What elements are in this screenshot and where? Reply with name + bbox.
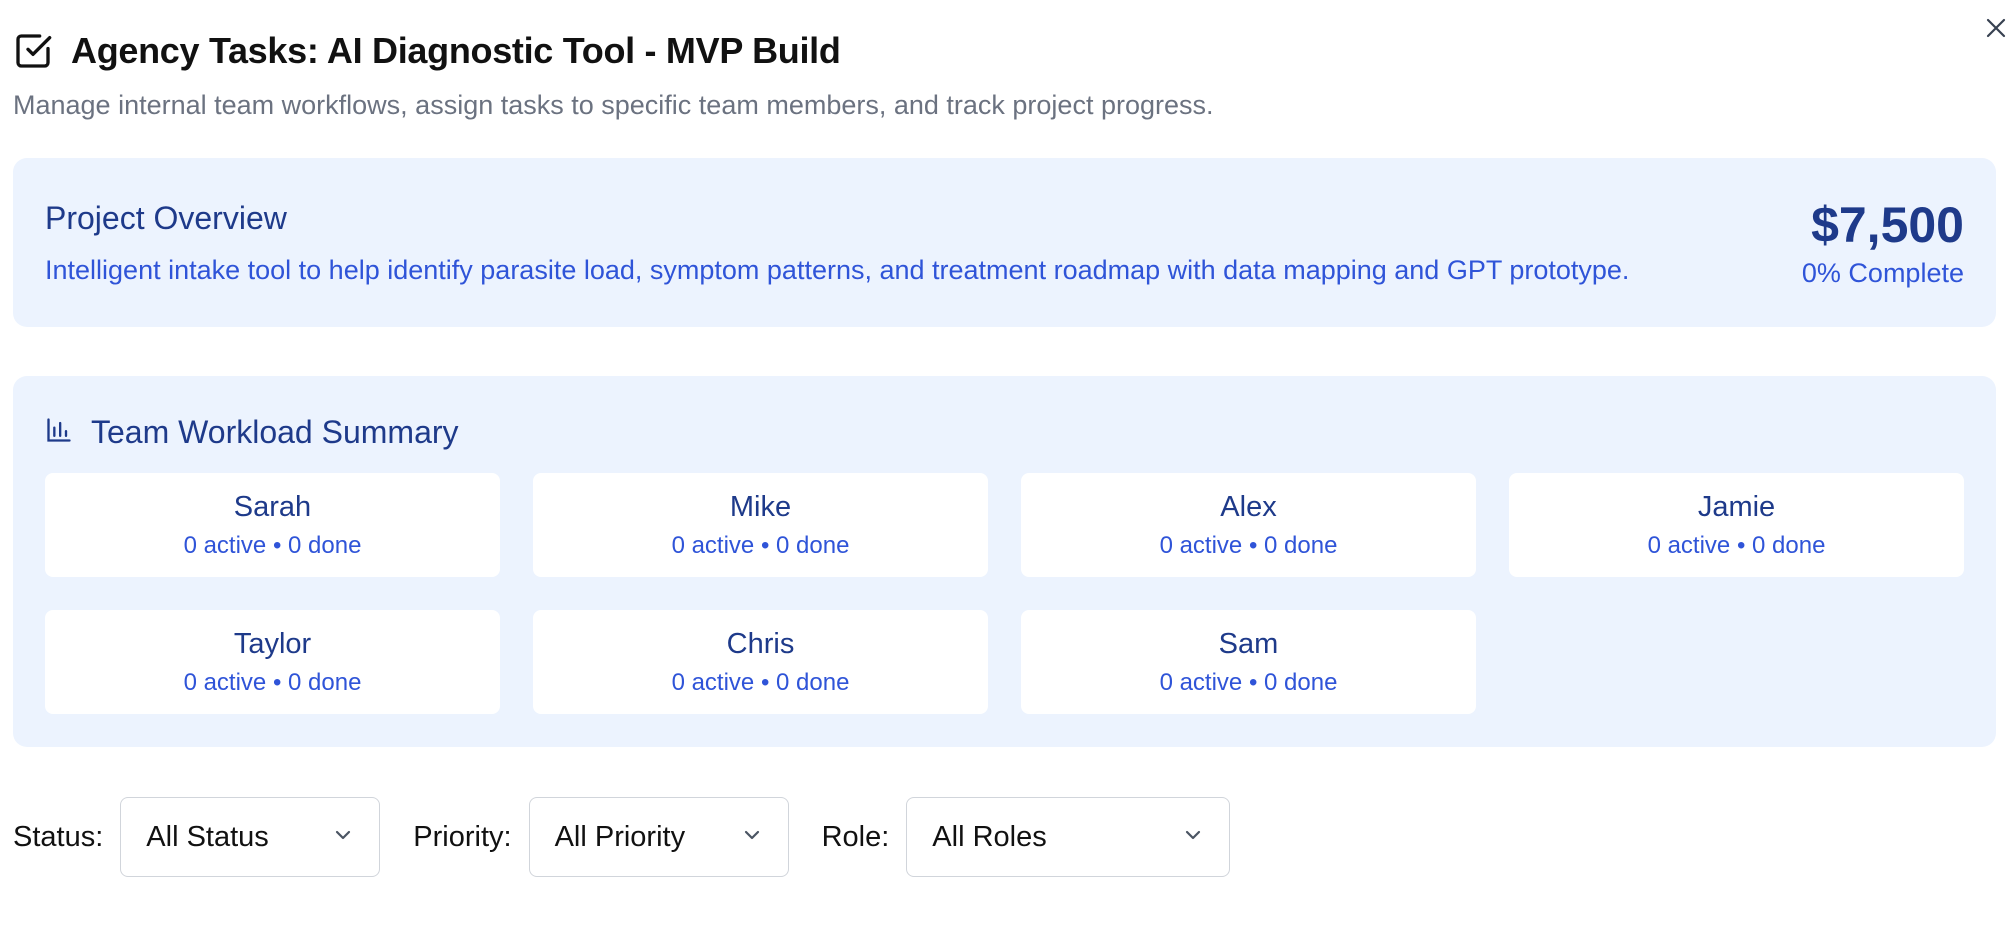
priority-filter-label: Priority: [413, 820, 512, 853]
bar-chart-icon [45, 416, 73, 449]
checkbox-square-icon [13, 31, 53, 71]
chevron-down-icon [331, 823, 355, 852]
member-stats: 0 active • 0 done [671, 531, 850, 559]
status-filter-label: Status: [13, 820, 104, 853]
member-name: Taylor [233, 627, 312, 660]
member-name: Sam [1218, 627, 1279, 660]
status-filter-select[interactable]: All Status [120, 797, 381, 877]
team-workload-summary: Team Workload Summary Sarah 0 active • 0… [13, 376, 1996, 747]
workload-header: Team Workload Summary [45, 414, 459, 451]
project-completion: 0% Complete [1801, 258, 1964, 288]
member-stats: 0 active • 0 done [671, 668, 850, 696]
member-card-taylor[interactable]: Taylor 0 active • 0 done [45, 610, 500, 714]
member-name: Alex [1220, 490, 1277, 523]
close-icon [1984, 16, 2008, 45]
dialog-title: Agency Tasks: AI Diagnostic Tool - MVP B… [71, 30, 841, 71]
member-stats: 0 active • 0 done [183, 531, 362, 559]
member-card-sam[interactable]: Sam 0 active • 0 done [1021, 610, 1476, 714]
member-name: Sarah [233, 490, 312, 523]
role-filter-label: Role: [821, 820, 890, 853]
member-card-alex[interactable]: Alex 0 active • 0 done [1021, 473, 1476, 577]
member-stats: 0 active • 0 done [1159, 531, 1338, 559]
member-card-sarah[interactable]: Sarah 0 active • 0 done [45, 473, 500, 577]
priority-filter-value: All Priority [554, 820, 686, 853]
filter-bar: Status: All Status Priority: All Priorit… [13, 797, 1231, 877]
member-card-jamie[interactable]: Jamie 0 active • 0 done [1509, 473, 1964, 577]
member-name: Mike [729, 490, 792, 523]
chevron-down-icon [740, 823, 764, 852]
project-overview-card: Project Overview Intelligent intake tool… [13, 158, 1996, 327]
chevron-down-icon [1181, 823, 1205, 852]
member-name: Jamie [1697, 490, 1776, 523]
member-stats: 0 active • 0 done [1159, 668, 1338, 696]
close-button[interactable] [1980, 14, 2012, 46]
project-description: Intelligent intake tool to help identify… [45, 255, 1630, 285]
project-overview-title: Project Overview [45, 200, 287, 236]
project-budget: $7,500 [1811, 197, 1964, 253]
member-name: Chris [726, 627, 795, 660]
member-grid: Sarah 0 active • 0 done Mike 0 active • … [45, 473, 1964, 714]
member-stats: 0 active • 0 done [1647, 531, 1826, 559]
member-card-chris[interactable]: Chris 0 active • 0 done [533, 610, 988, 714]
dialog-subtitle: Manage internal team workflows, assign t… [13, 90, 1214, 120]
member-stats: 0 active • 0 done [183, 668, 362, 696]
dialog-header: Agency Tasks: AI Diagnostic Tool - MVP B… [13, 30, 841, 72]
workload-title: Team Workload Summary [91, 414, 459, 450]
member-card-mike[interactable]: Mike 0 active • 0 done [533, 473, 988, 577]
priority-filter-select[interactable]: All Priority [528, 797, 789, 877]
status-filter-value: All Status [146, 820, 269, 853]
role-filter-value: All Roles [932, 820, 1047, 853]
role-filter-select[interactable]: All Roles [906, 797, 1231, 877]
